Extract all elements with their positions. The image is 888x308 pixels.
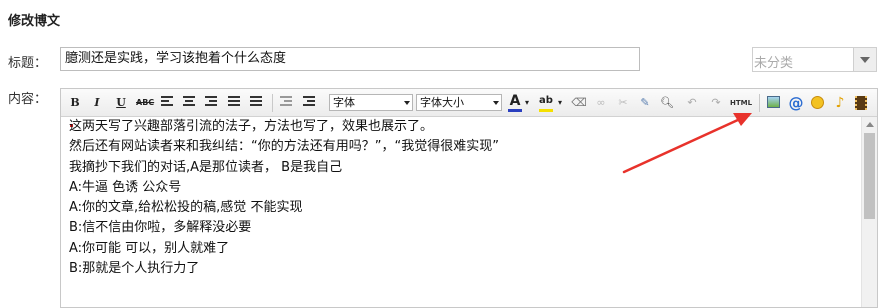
align-right-icon[interactable]	[205, 96, 217, 106]
content-line: B:那就是个人执行力了	[69, 261, 200, 277]
category-value: 未分类	[754, 56, 794, 71]
edit-icon[interactable]: ✎	[637, 94, 653, 112]
link-icon[interactable]: ∞	[593, 94, 609, 112]
italic-button[interactable]: I	[89, 94, 105, 112]
content-line: A:你的文章,给松松投的稿,感觉 不能实现	[69, 200, 303, 216]
video-icon[interactable]	[853, 94, 869, 112]
content-line: A:牛逼 色诱 公众号	[69, 179, 182, 195]
undo-icon[interactable]: ↶	[684, 94, 700, 112]
align-left-icon[interactable]	[161, 96, 173, 106]
font-color-bar	[508, 109, 522, 112]
chevron-down-icon[interactable]: ▾	[556, 94, 564, 112]
unlink-icon[interactable]: ✂	[615, 94, 631, 112]
editor-toolbar: B I U ABC 字体 字体大小 A ▾ ab ▾ ⌫ ∞ ✂ ✎ 🔍︎ ↶ …	[61, 89, 877, 117]
highlight-color-bar	[539, 109, 553, 112]
music-icon[interactable]: ♪	[832, 94, 848, 112]
font-color-icon: A	[509, 93, 521, 109]
numbered-list-icon[interactable]	[250, 96, 262, 106]
chevron-down-icon[interactable]	[853, 48, 876, 71]
font-size-value: 字体大小	[420, 96, 464, 109]
emoticon-icon[interactable]	[810, 94, 826, 112]
highlight-icon: ab	[539, 95, 553, 106]
highlight-button[interactable]: ab	[538, 94, 554, 112]
page-title: 修改博文	[8, 14, 61, 29]
strikethrough-button[interactable]: ABC	[136, 94, 154, 112]
content-line: 然后还有网站读者来和我纠结：“你的方法还有用吗？”，“我觉得很难实现”	[69, 139, 499, 155]
bullet-list-icon[interactable]	[228, 96, 240, 106]
chevron-down-icon	[493, 101, 499, 105]
editor-content[interactable]: 这两天写了兴趣部落引流的法子，方法也写了，效果也展示了。 然后还有网站读者来和我…	[61, 117, 861, 307]
font-size-select[interactable]: 字体大小	[416, 94, 502, 111]
content-line: A:你可能 可以，别人就难了	[69, 240, 230, 256]
scroll-thumb[interactable]	[864, 133, 875, 219]
chevron-down-icon[interactable]: ▾	[523, 94, 531, 112]
title-label: 标题：	[8, 56, 48, 71]
editor-scrollbar[interactable]	[861, 117, 877, 307]
mention-icon[interactable]: @	[788, 94, 804, 112]
indent-icon[interactable]	[303, 96, 315, 106]
underline-button[interactable]: U	[113, 94, 129, 112]
align-center-icon[interactable]	[183, 96, 195, 106]
toolbar-divider	[272, 94, 273, 112]
font-family-value: 字体	[333, 96, 355, 109]
bold-button[interactable]: B	[67, 94, 83, 112]
search-icon[interactable]: 🔍︎	[659, 94, 675, 112]
scroll-up-icon[interactable]	[862, 117, 877, 132]
rich-text-editor[interactable]: B I U ABC 字体 字体大小 A ▾ ab ▾ ⌫ ∞ ✂ ✎ 🔍︎ ↶ …	[60, 88, 878, 308]
category-select[interactable]: 未分类	[752, 47, 877, 72]
font-family-select[interactable]: 字体	[329, 94, 413, 111]
redo-icon[interactable]: ↷	[708, 94, 724, 112]
content-label: 内容：	[8, 92, 48, 107]
content-line: B:信不信由你啦，多解释没必要	[69, 220, 252, 236]
chevron-down-icon	[404, 101, 410, 105]
html-source-button[interactable]: HTML	[729, 94, 753, 112]
content-line: 我摘抄下我们的对话,A是那位读者， B是我自己	[69, 159, 343, 175]
font-color-button[interactable]: A	[507, 94, 523, 112]
title-input[interactable]: 臆测还是实践，学习该抱着个什么态度	[60, 47, 640, 71]
eraser-icon[interactable]: ⌫	[571, 94, 587, 112]
outdent-icon[interactable]	[280, 96, 292, 106]
content-line: 这两天写了兴趣部落引流的法子，方法也写了，效果也展示了。	[69, 119, 434, 134]
image-icon[interactable]	[766, 94, 782, 112]
toolbar-divider	[759, 94, 760, 112]
